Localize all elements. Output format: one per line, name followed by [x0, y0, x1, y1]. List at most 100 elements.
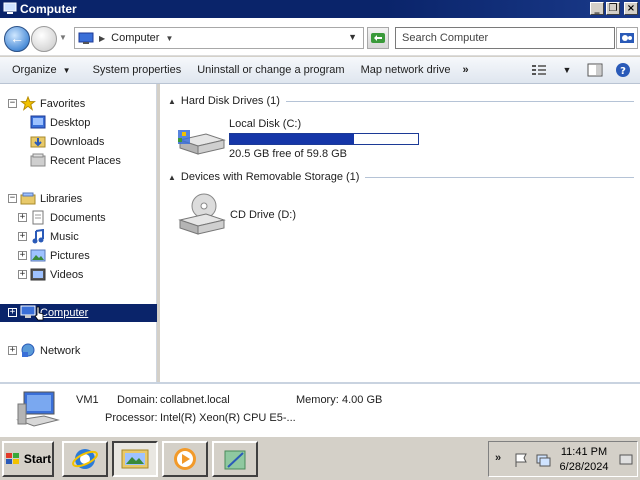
drive-usage-fill	[230, 134, 354, 144]
breadcrumb-computer[interactable]: Computer	[111, 32, 159, 44]
nav-item-computer[interactable]: + Computer	[0, 304, 157, 322]
command-bar: Organize ▼ System properties Uninstall o…	[0, 57, 640, 84]
minimize-button[interactable]: _	[590, 2, 604, 15]
search-input[interactable]: Search Computer	[395, 27, 615, 49]
more-commands-button[interactable]: »	[462, 64, 468, 76]
forward-button[interactable]	[31, 26, 57, 52]
hand-cursor-icon	[34, 306, 44, 321]
action-center-flag-icon[interactable]	[513, 452, 529, 468]
address-bar[interactable]: ▶ Computer ▼ ▼	[74, 27, 364, 49]
computer-icon	[78, 32, 94, 44]
close-button[interactable]: ×	[624, 2, 638, 15]
group-label-hard-disk-drives: Hard Disk Drives (1)	[180, 95, 280, 107]
expand-icon[interactable]: +	[8, 308, 17, 317]
view-options-icon[interactable]	[530, 61, 548, 79]
drive-name-local-disk: Local Disk (C:)	[229, 118, 302, 130]
refresh-icon	[371, 33, 385, 43]
restore-button[interactable]: ❐	[606, 2, 620, 15]
nav-label-computer: Computer	[40, 307, 89, 319]
domain-label: Domain:	[117, 394, 158, 406]
details-pane: VM1 Domain: collabnet.local Memory: 4.00…	[0, 382, 640, 436]
navigation-pane: − Favorites Desktop Downloads Recent Pla…	[0, 84, 157, 382]
map-network-drive-button[interactable]: Map network drive	[361, 64, 451, 76]
show-hidden-icons-button[interactable]: »	[495, 452, 501, 464]
drive-name-cd-drive: CD Drive (D:)	[230, 209, 296, 221]
show-desktop-icon[interactable]	[619, 454, 633, 466]
network-status-icon[interactable]	[535, 452, 551, 468]
nav-item-videos[interactable]: + Videos	[0, 266, 157, 284]
processor-label: Processor:	[105, 412, 158, 424]
breadcrumb-arrow-icon[interactable]: ▶	[99, 34, 105, 43]
system-properties-button[interactable]: System properties	[93, 64, 182, 76]
documents-icon	[32, 210, 44, 225]
downloads-folder-icon	[30, 136, 46, 148]
start-button[interactable]: Start	[2, 441, 54, 477]
search-icon	[620, 33, 634, 43]
clock[interactable]: 11:41 PM 6/28/2024	[555, 445, 613, 475]
pictures-icon	[30, 249, 46, 262]
drive-usage-bar	[229, 133, 419, 145]
computer-icon	[16, 391, 60, 427]
expand-icon[interactable]: +	[8, 346, 17, 355]
recent-pages-dropdown[interactable]: ▼	[59, 33, 67, 42]
nav-label-libraries: Libraries	[40, 193, 83, 205]
nav-item-pictures[interactable]: + Pictures	[0, 247, 157, 265]
organize-menu[interactable]: Organize ▼	[12, 64, 71, 76]
explorer-folder-icon	[121, 449, 149, 469]
videos-icon	[30, 268, 46, 281]
nav-item-desktop[interactable]: Desktop	[0, 114, 157, 132]
desktop-icon	[30, 115, 46, 129]
collapse-arrow-icon[interactable]: ▲	[168, 173, 176, 182]
taskbar-internet-explorer[interactable]	[62, 441, 108, 477]
window-title: Computer	[20, 2, 77, 16]
nav-label-documents: Documents	[50, 212, 106, 224]
nav-item-recent-places[interactable]: Recent Places	[0, 152, 157, 170]
star-icon	[20, 96, 36, 111]
back-button[interactable]: ←	[4, 26, 30, 52]
preview-pane-icon[interactable]	[586, 61, 604, 79]
taskbar-windows-explorer[interactable]	[112, 441, 158, 477]
nav-item-favorites[interactable]: − Favorites	[0, 95, 157, 113]
group-header-removable-storage[interactable]: ▲ Devices with Removable Storage (1)	[168, 170, 634, 184]
nav-item-downloads[interactable]: Downloads	[0, 133, 157, 151]
uninstall-program-button[interactable]: Uninstall or change a program	[197, 64, 344, 76]
memory-label: Memory:	[296, 394, 339, 406]
nav-label-videos: Videos	[50, 269, 84, 281]
expand-icon[interactable]: +	[18, 270, 27, 279]
hard-drive-icon	[178, 130, 226, 155]
breadcrumb-chevron-icon[interactable]: ▼	[165, 34, 173, 43]
nav-item-music[interactable]: + Music	[0, 228, 157, 246]
windows-flag-icon	[5, 453, 19, 464]
nav-item-libraries[interactable]: − Libraries	[0, 190, 157, 208]
computer-name: VM1	[76, 394, 99, 406]
refresh-button[interactable]	[367, 27, 389, 49]
internet-explorer-icon	[72, 449, 98, 469]
drive-item-cd-drive[interactable]: CD Drive (D:)	[176, 192, 376, 238]
drive-free-space: 20.5 GB free of 59.8 GB	[229, 148, 348, 160]
nav-item-network[interactable]: + Network	[0, 342, 157, 360]
organize-label: Organize	[12, 64, 57, 76]
nav-label-downloads: Downloads	[50, 136, 105, 148]
taskbar-server-manager[interactable]	[212, 441, 258, 477]
clock-time: 11:41 PM	[560, 446, 608, 458]
nav-label-music: Music	[50, 231, 79, 243]
group-header-hard-disk-drives[interactable]: ▲ Hard Disk Drives (1)	[168, 94, 634, 108]
svg-text:?: ?	[620, 66, 626, 77]
view-dropdown-icon[interactable]: ▼	[558, 61, 576, 79]
address-dropdown-icon[interactable]: ▼	[348, 32, 357, 42]
nav-label-favorites: Favorites	[40, 98, 86, 110]
collapse-arrow-icon[interactable]: ▲	[168, 97, 176, 106]
drive-item-local-disk[interactable]: Local Disk (C:) 20.5 GB free of 59.8 GB	[176, 118, 456, 160]
collapse-icon[interactable]: −	[8, 194, 17, 203]
expand-icon[interactable]: +	[18, 251, 27, 260]
taskbar-media-player[interactable]	[162, 441, 208, 477]
expand-icon[interactable]: +	[18, 232, 27, 241]
expand-icon[interactable]: +	[18, 213, 27, 222]
cd-drive-icon	[178, 193, 226, 235]
system-tray: » 11:41 PM 6/28/2024	[488, 441, 638, 477]
collapse-icon[interactable]: −	[8, 99, 17, 108]
memory-value: 4.00 GB	[342, 394, 383, 406]
help-icon[interactable]: ?	[614, 61, 632, 79]
nav-item-documents[interactable]: + Documents	[0, 209, 157, 227]
search-button[interactable]	[616, 27, 638, 49]
